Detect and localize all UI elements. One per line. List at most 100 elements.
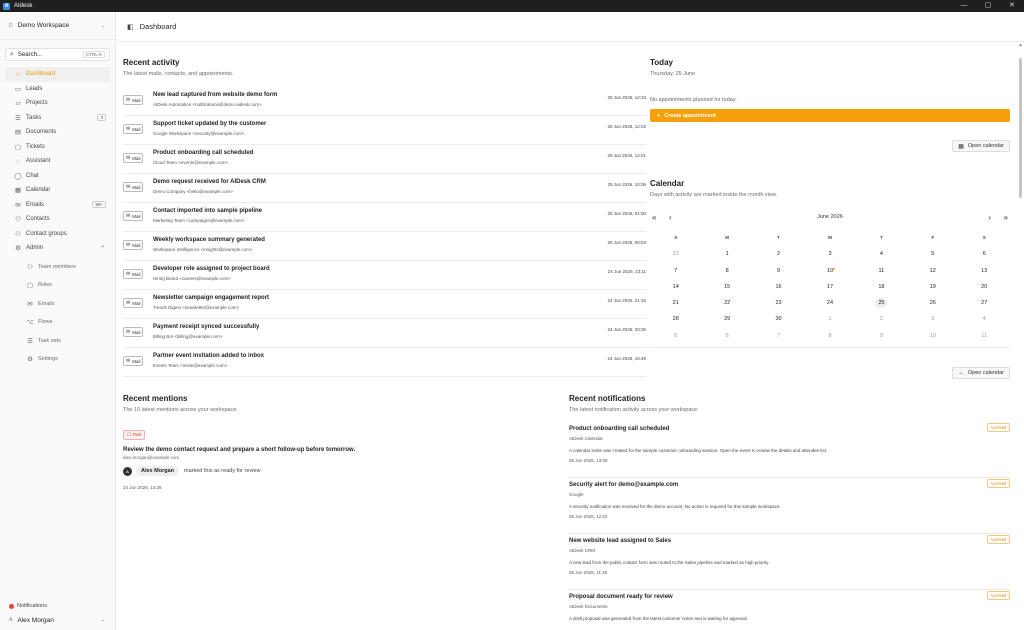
- calendar-day[interactable]: 6: [959, 246, 1010, 262]
- calendar-day[interactable]: 30: [753, 311, 804, 327]
- calendar-day[interactable]: 24: [804, 295, 855, 311]
- calendar-day[interactable]: 15: [701, 279, 752, 295]
- calendar-day[interactable]: 16: [753, 279, 804, 295]
- sidebar-item-chat[interactable]: ◯ Chat: [5, 169, 110, 184]
- sidebar-item-admin[interactable]: ⚙ Admin ⌃: [5, 241, 110, 256]
- calendar-day[interactable]: 11: [959, 328, 1010, 344]
- calendar-day[interactable]: 3: [907, 311, 958, 327]
- activity-row[interactable]: ✉ Mail Payment receipt synced successfully…: [123, 319, 646, 348]
- calendar-day[interactable]: 25: [856, 295, 907, 311]
- calendar-day[interactable]: 1: [701, 246, 752, 262]
- scrollbar-thumb[interactable]: [1019, 58, 1022, 198]
- calendar-day[interactable]: 10: [804, 263, 855, 279]
- close-icon[interactable]: ✕: [1000, 0, 1024, 12]
- next-year-icon[interactable]: »: [1004, 213, 1008, 222]
- sidebar-item-tickets[interactable]: ▢ Tickets: [5, 140, 110, 155]
- calendar-day[interactable]: 6: [701, 328, 752, 344]
- calendar-day[interactable]: 23: [753, 295, 804, 311]
- calendar-day[interactable]: 3: [804, 246, 855, 262]
- scrollbar[interactable]: ▲: [1018, 42, 1023, 630]
- scroll-up-icon[interactable]: ▲: [1018, 42, 1023, 47]
- search-input[interactable]: ⌕ Search... CTRL K: [5, 48, 110, 61]
- mention-item[interactable]: ☐ Task Review the demo contact request a…: [123, 423, 559, 490]
- calendar-day[interactable]: 7: [650, 263, 701, 279]
- activity-row[interactable]: ✉ Mail Support ticket updated by the custo…: [123, 116, 646, 145]
- mail-icon: ✉: [126, 300, 131, 306]
- sidebar-item-contacts[interactable]: ⚇ Contacts: [5, 212, 110, 227]
- notification-item[interactable]: New website lead assigned to Sales AIDesk…: [569, 534, 1010, 590]
- sidebar-item-admin-emails[interactable]: ✉ Emails: [5, 297, 110, 312]
- notification-item[interactable]: Product onboarding call scheduled AIDesk …: [569, 422, 1010, 478]
- user-menu[interactable]: A Alex Morgan ⌄: [0, 612, 115, 628]
- create-appointment-label: Create appointment: [664, 112, 716, 119]
- activity-row[interactable]: ✉ Mail Contact imported into sample pipeli…: [123, 203, 646, 232]
- calendar-day[interactable]: 2: [753, 246, 804, 262]
- open-calendar-button[interactable]: → Open calendar: [951, 367, 1010, 379]
- sidebar-item-settings[interactable]: ⚙ Settings: [5, 352, 110, 367]
- sidebar-item-task-sets[interactable]: ☰ Task sets: [5, 334, 110, 349]
- calendar-day[interactable]: 29: [701, 311, 752, 327]
- workspace-switcher[interactable]: D Demo Workspace ⌄: [0, 12, 115, 40]
- activity-row[interactable]: ✉ Mail Developer role assigned to project …: [123, 261, 646, 290]
- calendar-day[interactable]: 26: [907, 295, 958, 311]
- mail-date: 24 Jun 2026, 19:49: [607, 356, 646, 361]
- calendar-day[interactable]: 28: [650, 311, 701, 327]
- create-appointment-button[interactable]: + Create appointment: [650, 109, 1010, 122]
- calendar-day[interactable]: 9: [753, 263, 804, 279]
- activity-row[interactable]: ✉ Mail Weekly workspace summary generated W…: [123, 232, 646, 261]
- sidebar-item-projects[interactable]: ▱ Projects: [5, 96, 110, 111]
- calendar-day[interactable]: 18: [856, 279, 907, 295]
- activity-row[interactable]: ✉ Mail Partner event invitation added to i…: [123, 348, 646, 377]
- calendar-day[interactable]: 31: [650, 246, 701, 262]
- sidebar-toggle-icon[interactable]: ◧: [127, 23, 134, 31]
- calendar-day[interactable]: 5: [650, 328, 701, 344]
- sidebar-item-dashboard[interactable]: ⌂ Dashboard: [5, 67, 110, 82]
- calendar-day[interactable]: 4: [856, 246, 907, 262]
- next-month-icon[interactable]: ›: [988, 213, 991, 222]
- mail-subject: Demo request received for AIDesk CRM: [153, 179, 266, 185]
- calendar-day[interactable]: 22: [701, 295, 752, 311]
- activity-row[interactable]: ✉ Mail Product onboarding call scheduled Cl…: [123, 145, 646, 174]
- activity-row[interactable]: ✉ Mail Demo request received for AIDesk CR…: [123, 174, 646, 203]
- calendar-day[interactable]: 10: [907, 328, 958, 344]
- calendar-day[interactable]: 27: [959, 295, 1010, 311]
- calendar-day[interactable]: 14: [650, 279, 701, 295]
- notification-item[interactable]: Security alert for demo@example.com Googl…: [569, 478, 1010, 534]
- calendar-day[interactable]: 8: [701, 263, 752, 279]
- calendar-day[interactable]: 19: [907, 279, 958, 295]
- sidebar-item-calendar[interactable]: ▦ Calendar: [5, 183, 110, 198]
- sidebar-item-documents[interactable]: ▤ Documents: [5, 125, 110, 140]
- sidebar-item-flows[interactable]: ⌥ Flows: [5, 315, 110, 330]
- calendar-day[interactable]: 7: [753, 328, 804, 344]
- sidebar-item-roles[interactable]: ▢ Roles: [5, 278, 110, 293]
- sidebar-item-tasks[interactable]: ☰ Tasks 3: [5, 111, 110, 126]
- sidebar-item-assistant[interactable]: ◌ Assistant: [5, 154, 110, 169]
- sidebar-item-contact-groups[interactable]: ⚇ Contact groups: [5, 227, 110, 242]
- calendar-day[interactable]: 1: [804, 311, 855, 327]
- notification-item[interactable]: Proposal document ready for review AIDesk…: [569, 590, 1010, 630]
- activity-row[interactable]: ✉ Mail New lead captured from website demo…: [123, 87, 646, 116]
- sidebar-item-emails[interactable]: ✉ Emails 99+: [5, 198, 110, 213]
- calendar-day[interactable]: 12: [907, 263, 958, 279]
- day-number: 30: [775, 316, 782, 323]
- maximize-icon[interactable]: ▢: [976, 0, 1000, 12]
- notifications-link[interactable]: Notifications: [0, 600, 115, 612]
- calendar-day[interactable]: 4: [959, 311, 1010, 327]
- calendar-day[interactable]: 5: [907, 246, 958, 262]
- calendar-day[interactable]: 9: [856, 328, 907, 344]
- calendar-day[interactable]: 17: [804, 279, 855, 295]
- mail-tag-label: Mail: [132, 97, 141, 103]
- calendar-day[interactable]: 2: [856, 311, 907, 327]
- calendar-day[interactable]: 8: [804, 328, 855, 344]
- sidebar-item-leads[interactable]: ▭ Leads: [5, 82, 110, 97]
- activity-row[interactable]: ✉ Mail Newsletter campaign engagement repo…: [123, 290, 646, 319]
- open-calendar-button[interactable]: ▦ Open calendar: [952, 140, 1010, 152]
- recent-activity-section: Recent activity The latest mails, contac…: [123, 58, 646, 377]
- section-title: Recent activity: [123, 58, 180, 67]
- sidebar-item-team-members[interactable]: ⚇ Team members: [5, 260, 110, 275]
- minimize-icon[interactable]: —: [952, 0, 976, 12]
- calendar-day[interactable]: 20: [959, 279, 1010, 295]
- calendar-day[interactable]: 11: [856, 263, 907, 279]
- calendar-day[interactable]: 21: [650, 295, 701, 311]
- calendar-day[interactable]: 13: [959, 263, 1010, 279]
